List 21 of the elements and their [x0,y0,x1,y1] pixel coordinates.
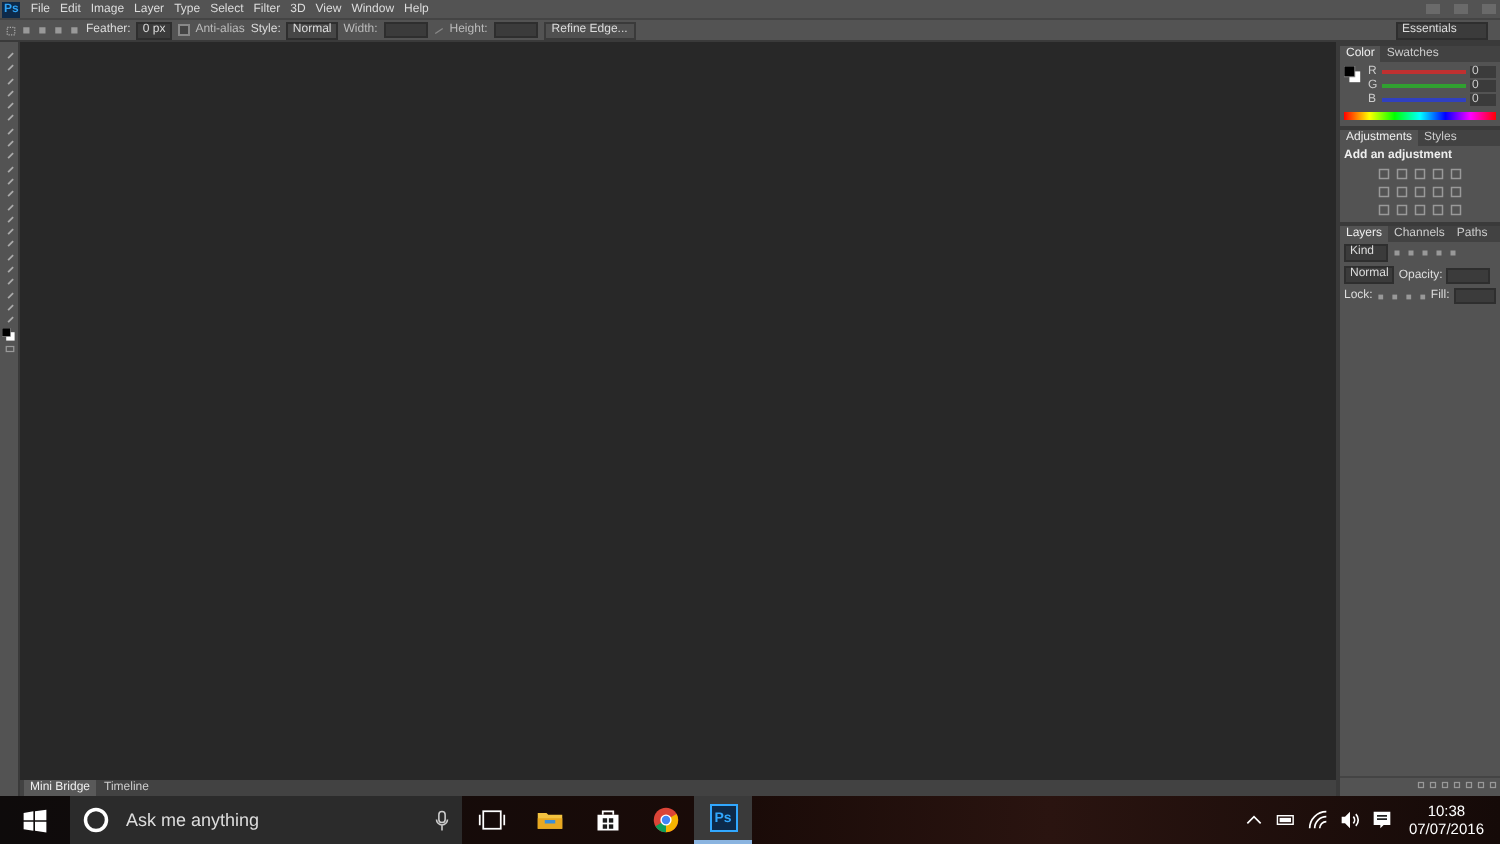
circle-icon [82,806,110,834]
opacity-field[interactable] [1446,267,1491,283]
microphone-icon[interactable] [434,809,450,831]
windows-start-icon[interactable] [22,807,48,833]
anti-alias-checkbox[interactable] [177,24,190,36]
search-field[interactable]: Ask me anything [122,808,422,832]
fill-field[interactable] [1453,288,1496,304]
battery-icon[interactable] [1276,810,1297,830]
wifi-icon[interactable] [1308,810,1329,830]
height-field[interactable] [493,22,538,38]
task-view-icon [477,806,505,834]
width-field[interactable] [383,22,428,38]
color-spectrum[interactable] [1344,112,1496,120]
volume-icon[interactable] [1340,810,1361,830]
color-swatches-icon[interactable] [2,327,16,342]
color-swatches-icon[interactable] [1344,66,1362,84]
shopping-bag-icon [593,806,621,834]
browser-logo-icon [651,806,679,834]
marquee-tool-icon[interactable] [6,25,16,35]
search-box[interactable]: Ask me anything [70,796,462,844]
notification-icon[interactable] [1372,810,1393,830]
